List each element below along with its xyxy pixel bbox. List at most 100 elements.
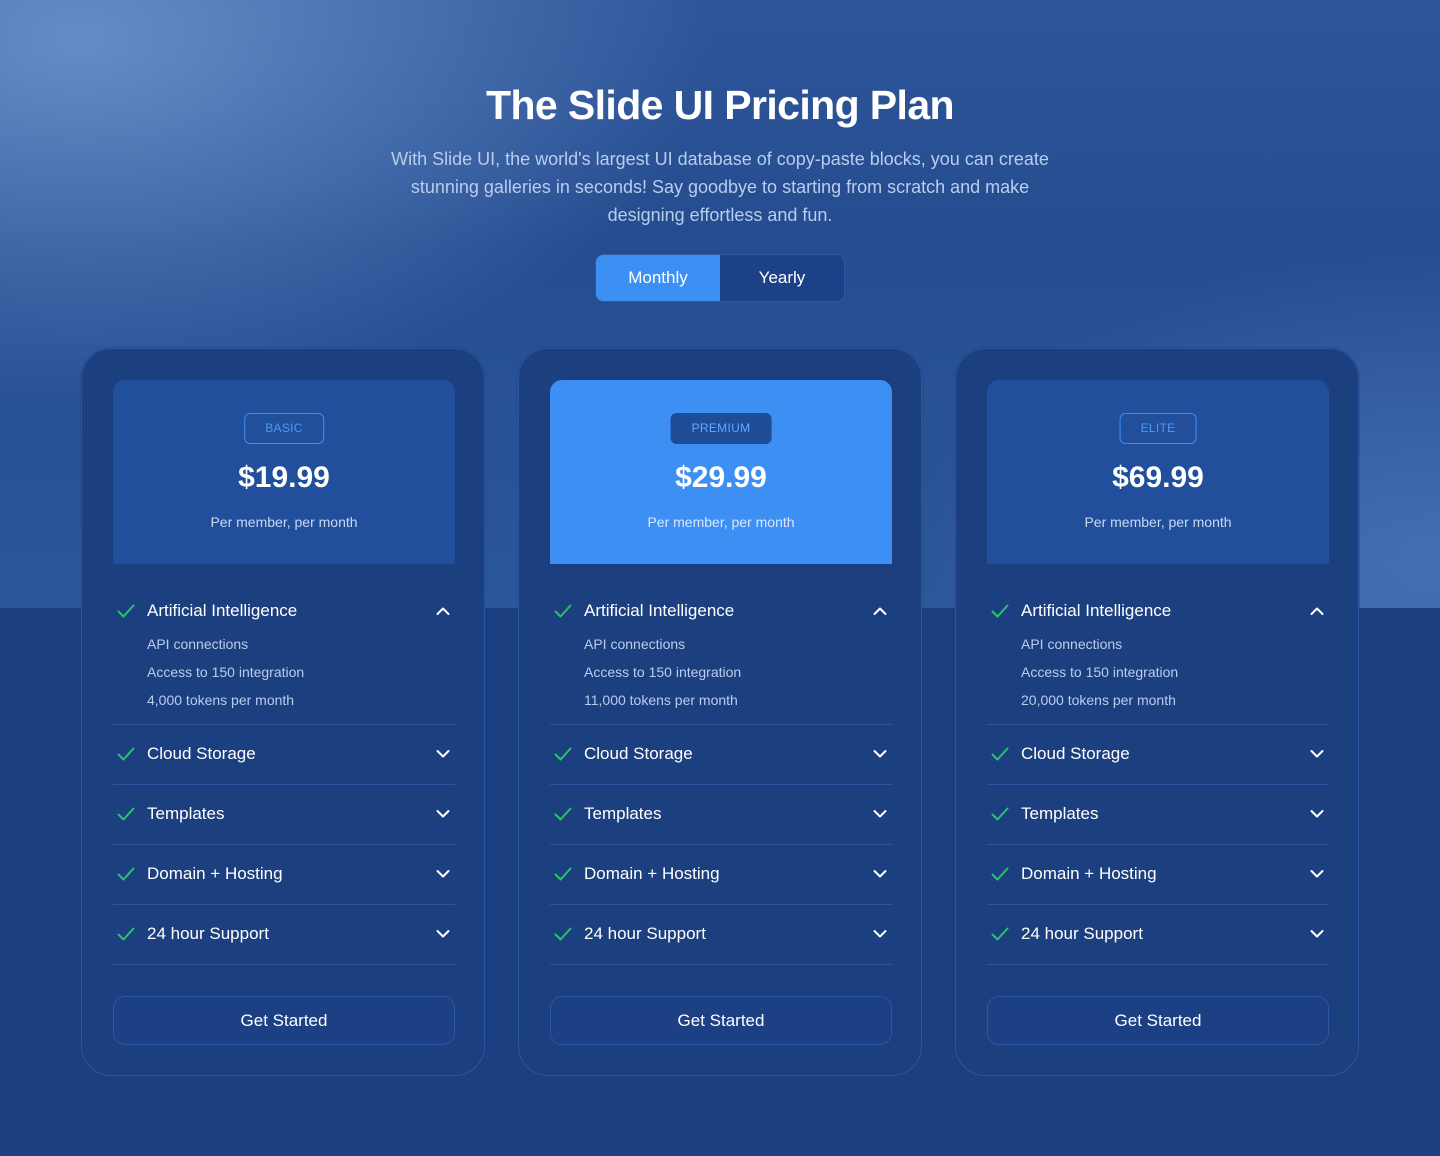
chevron-down-icon[interactable] (433, 924, 453, 944)
chevron-up-icon[interactable] (870, 601, 890, 621)
feature-detail-item: API connections (147, 636, 249, 652)
get-started-button[interactable]: Get Started (550, 996, 892, 1045)
feature-item: Cloud Storage (987, 725, 1329, 785)
chevron-down-icon[interactable] (870, 864, 890, 884)
feature-item: Templates (113, 785, 455, 845)
feature-details: API connections Access to 150 integration… (147, 630, 304, 714)
feature-toggle[interactable]: Domain + Hosting (113, 855, 455, 895)
feature-label: Cloud Storage (147, 744, 256, 763)
feature-toggle[interactable]: Cloud Storage (113, 735, 455, 775)
check-icon (990, 601, 1010, 621)
feature-detail-item: Access to 150 integration (147, 664, 305, 680)
feature-detail-item: Access to 150 integration (1021, 664, 1179, 680)
feature-label: Artificial Intelligence (147, 601, 298, 620)
feature-toggle[interactable]: Domain + Hosting (987, 855, 1329, 895)
chevron-down-icon[interactable] (870, 804, 890, 824)
feature-toggle[interactable]: Cloud Storage (987, 735, 1329, 775)
feature-detail-item: 4,000 tokens per month (147, 692, 295, 708)
feature-list: Artificial Intelligence API connections Ac… (987, 592, 1329, 965)
chevron-down-icon[interactable] (870, 744, 890, 764)
feature-label: 24 hour Support (584, 924, 706, 943)
feature-details: API connections Access to 150 integration… (1021, 630, 1178, 714)
feature-item: Cloud Storage (113, 725, 455, 785)
feature-label: Domain + Hosting (1021, 864, 1157, 883)
feature-label: Artificial Intelligence (1021, 601, 1172, 620)
feature-label: Artificial Intelligence (584, 601, 735, 620)
feature-item: Artificial Intelligence API connections Ac… (550, 592, 892, 725)
chevron-down-icon[interactable] (1307, 924, 1327, 944)
feature-toggle[interactable]: 24 hour Support (550, 915, 892, 955)
chevron-down-icon[interactable] (433, 864, 453, 884)
feature-label: Templates (584, 804, 662, 823)
feature-detail-item: Access to 150 integration (584, 664, 742, 680)
plan-badge: ELITE (1119, 413, 1197, 444)
billing-toggle: Monthly Yearly (595, 254, 845, 302)
get-started-button[interactable]: Get Started (987, 996, 1329, 1045)
feature-item: Cloud Storage (550, 725, 892, 785)
feature-item: Artificial Intelligence API connections Ac… (113, 592, 455, 725)
card-header: ELITE $69.99 Per member, per month (987, 380, 1329, 564)
feature-item: Domain + Hosting (113, 845, 455, 905)
feature-toggle[interactable]: 24 hour Support (987, 915, 1329, 955)
feature-toggle[interactable]: Templates (113, 795, 455, 835)
plan-badge: PREMIUM (670, 413, 772, 444)
feature-list: Artificial Intelligence API connections Ac… (550, 592, 892, 965)
check-icon (990, 744, 1010, 764)
chevron-down-icon[interactable] (1307, 864, 1327, 884)
feature-item: 24 hour Support (987, 905, 1329, 965)
check-icon (553, 924, 573, 944)
check-icon (116, 804, 136, 824)
feature-toggle[interactable]: Templates (550, 795, 892, 835)
feature-detail-item: API connections (1021, 636, 1123, 652)
feature-details: API connections Access to 150 integration… (584, 630, 741, 714)
feature-toggle[interactable]: Templates (987, 795, 1329, 835)
feature-label: Domain + Hosting (147, 864, 283, 883)
feature-label: Cloud Storage (1021, 744, 1130, 763)
feature-label: Templates (147, 804, 225, 823)
price-note: Per member, per month (1084, 514, 1232, 530)
yearly-toggle-button[interactable]: Yearly (720, 255, 844, 301)
feature-item: Domain + Hosting (987, 845, 1329, 905)
feature-label: Cloud Storage (584, 744, 693, 763)
feature-item: Templates (550, 785, 892, 845)
feature-label: Domain + Hosting (584, 864, 720, 883)
feature-toggle[interactable]: Artificial Intelligence (987, 592, 1329, 632)
check-icon (990, 924, 1010, 944)
check-icon (990, 864, 1010, 884)
feature-item: 24 hour Support (550, 905, 892, 965)
check-icon (116, 864, 136, 884)
feature-item: 24 hour Support (113, 905, 455, 965)
check-icon (553, 804, 573, 824)
feature-item: Templates (987, 785, 1329, 845)
check-icon (553, 864, 573, 884)
monthly-toggle-button[interactable]: Monthly (596, 255, 720, 301)
feature-toggle[interactable]: Domain + Hosting (550, 855, 892, 895)
check-icon (116, 744, 136, 764)
card-header: BASIC $19.99 Per member, per month (113, 380, 455, 564)
check-icon (116, 601, 136, 621)
pricing-card-premium: PREMIUM $29.99 Per member, per month Art… (518, 348, 922, 1076)
chevron-up-icon[interactable] (433, 601, 453, 621)
feature-detail-item: 11,000 tokens per month (584, 692, 738, 708)
chevron-down-icon[interactable] (433, 744, 453, 764)
chevron-down-icon[interactable] (1307, 804, 1327, 824)
chevron-down-icon[interactable] (870, 924, 890, 944)
check-icon (116, 924, 136, 944)
check-icon (553, 601, 573, 621)
price-note: Per member, per month (647, 514, 795, 530)
chevron-up-icon[interactable] (1307, 601, 1327, 621)
chevron-down-icon[interactable] (433, 804, 453, 824)
feature-label: 24 hour Support (147, 924, 269, 943)
chevron-down-icon[interactable] (1307, 744, 1327, 764)
feature-item: Domain + Hosting (550, 845, 892, 905)
feature-toggle[interactable]: Artificial Intelligence (113, 592, 455, 632)
page-subtitle: With Slide UI, the world's largest UI da… (391, 149, 1049, 225)
feature-toggle[interactable]: 24 hour Support (113, 915, 455, 955)
feature-item: Artificial Intelligence API connections Ac… (987, 592, 1329, 725)
feature-toggle[interactable]: Cloud Storage (550, 735, 892, 775)
price-note: Per member, per month (210, 514, 358, 530)
page-title: The Slide UI Pricing Plan (486, 82, 955, 128)
get-started-button[interactable]: Get Started (113, 996, 455, 1045)
feature-toggle[interactable]: Artificial Intelligence (550, 592, 892, 632)
card-header: PREMIUM $29.99 Per member, per month (550, 380, 892, 564)
